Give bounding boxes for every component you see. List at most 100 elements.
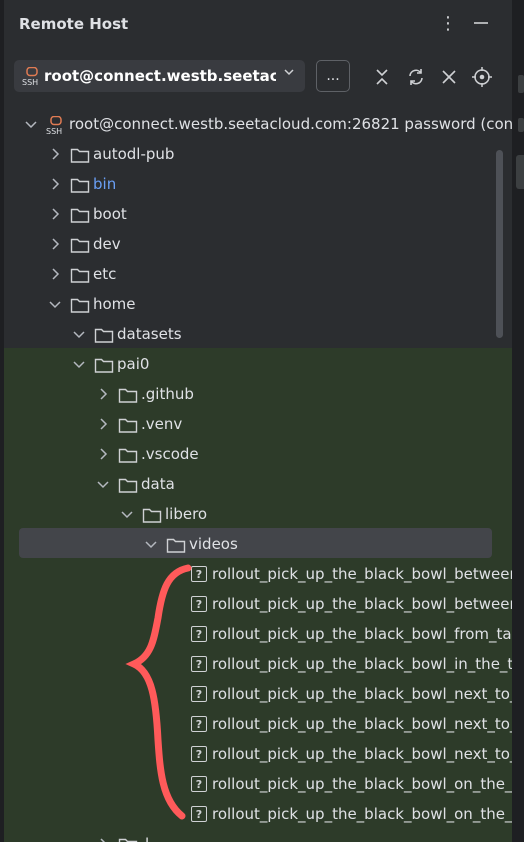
folder-icon bbox=[70, 176, 90, 194]
folder-label: bin bbox=[93, 175, 117, 193]
chevron-right-icon[interactable] bbox=[96, 447, 110, 461]
chevron-right-icon[interactable] bbox=[48, 177, 62, 191]
folder-label: libero bbox=[165, 505, 208, 523]
tree-folder[interactable]: data bbox=[4, 470, 512, 500]
strip-tab[interactable] bbox=[518, 118, 524, 132]
chevron-right-icon[interactable] bbox=[48, 237, 62, 251]
folder-icon bbox=[70, 236, 90, 254]
chevron-down-icon[interactable] bbox=[24, 117, 38, 131]
folder-icon bbox=[70, 266, 90, 284]
folder-icon bbox=[94, 356, 114, 374]
file-label: rollout_pick_up_the_black_bowl_between_ bbox=[212, 565, 512, 583]
folder-icon bbox=[118, 416, 138, 434]
chevron-right-icon[interactable] bbox=[96, 837, 110, 842]
unknown-file-icon: ? bbox=[191, 746, 207, 762]
folder-label: pai0 bbox=[117, 355, 150, 373]
tree-folder[interactable]: .github bbox=[4, 380, 512, 410]
tree-folder[interactable]: pai0 bbox=[4, 350, 512, 380]
tree-folder[interactable]: home bbox=[4, 290, 512, 320]
folder-label: autodl-pub bbox=[93, 145, 175, 163]
refresh-icon[interactable] bbox=[404, 65, 428, 89]
file-tree: SSH root@connect.westb.seetacloud.com:26… bbox=[4, 110, 512, 842]
tree-root-label: root@connect.westb.seetacloud.com:26821 … bbox=[69, 115, 512, 133]
file-item[interactable]: ? rollout_pick_up_the_black_bowl_next_to… bbox=[4, 710, 512, 740]
chevron-down-icon[interactable] bbox=[72, 357, 86, 371]
folder-label: .vscode bbox=[141, 445, 199, 463]
folder-label: boot bbox=[93, 205, 127, 223]
ssh-icon: SSH bbox=[46, 115, 66, 136]
tree-root[interactable]: SSH root@connect.westb.seetacloud.com:26… bbox=[4, 110, 512, 140]
chevron-down-icon[interactable] bbox=[72, 327, 86, 341]
unknown-file-icon: ? bbox=[191, 566, 207, 582]
file-item[interactable]: ? rollout_pick_up_the_black_bowl_on_the_ bbox=[4, 800, 512, 830]
chevron-down-icon[interactable] bbox=[120, 507, 134, 521]
folder-label: datasets bbox=[117, 325, 182, 343]
tree-folder[interactable]: autodl-pub bbox=[4, 140, 512, 170]
folder-label: etc bbox=[93, 265, 117, 283]
folder-label: .venv bbox=[141, 415, 183, 433]
locate-icon[interactable] bbox=[470, 65, 494, 89]
chevron-down-icon[interactable] bbox=[144, 537, 158, 551]
chevron-right-icon[interactable] bbox=[96, 417, 110, 431]
folder-label: videos bbox=[189, 535, 238, 553]
file-item[interactable]: ? rollout_pick_up_the_black_bowl_in_the_… bbox=[4, 650, 512, 680]
svg-text:SSH: SSH bbox=[46, 127, 62, 136]
file-item[interactable]: ? rollout_pick_up_the_black_bowl_from_ta… bbox=[4, 620, 512, 650]
folder-icon bbox=[118, 836, 138, 842]
unknown-file-icon: ? bbox=[191, 776, 207, 792]
strip-tab[interactable] bbox=[518, 75, 524, 93]
host-selector[interactable]: SSH root@connect.westb.seetacloud.com bbox=[14, 60, 305, 92]
folder-label: data bbox=[141, 475, 175, 493]
folder-icon bbox=[70, 206, 90, 224]
host-selected-label: root@connect.westb.seetacloud.com bbox=[44, 67, 276, 85]
unknown-file-icon: ? bbox=[191, 716, 207, 732]
folder-label: .github bbox=[141, 385, 194, 403]
chevron-right-icon[interactable] bbox=[96, 387, 110, 401]
chevron-right-icon[interactable] bbox=[48, 267, 62, 281]
panel-header: Remote Host ⋮ bbox=[4, 0, 512, 48]
collapse-all-icon[interactable] bbox=[370, 65, 394, 89]
tree-folder[interactable]: datasets bbox=[4, 320, 512, 350]
tree-folder[interactable]: .vscode bbox=[4, 440, 512, 470]
chevron-right-icon[interactable] bbox=[48, 147, 62, 161]
unknown-file-icon: ? bbox=[191, 686, 207, 702]
more-options-button[interactable]: ... bbox=[316, 60, 350, 92]
tree-folder[interactable]: dev bbox=[4, 230, 512, 260]
unknown-file-icon: ? bbox=[191, 626, 207, 642]
folder-icon bbox=[118, 446, 138, 464]
tree-folder[interactable]: etc bbox=[4, 260, 512, 290]
right-tool-strip bbox=[512, 0, 524, 842]
chevron-down-icon bbox=[283, 66, 295, 82]
folder-icon bbox=[70, 296, 90, 314]
file-label: rollout_pick_up_the_black_bowl_next_to_ bbox=[212, 685, 512, 703]
file-item[interactable]: ? rollout_pick_up_the_black_bowl_on_the_ bbox=[4, 770, 512, 800]
strip-tab[interactable] bbox=[516, 155, 524, 189]
folder-icon bbox=[94, 326, 114, 344]
tree-folder[interactable]: l bbox=[4, 830, 512, 842]
panel-title: Remote Host bbox=[19, 15, 129, 33]
file-item[interactable]: ? rollout_pick_up_the_black_bowl_between… bbox=[4, 590, 512, 620]
file-label: rollout_pick_up_the_black_bowl_next_to_ bbox=[212, 715, 512, 733]
unknown-file-icon: ? bbox=[191, 806, 207, 822]
file-item[interactable]: ? rollout_pick_up_the_black_bowl_next_to… bbox=[4, 740, 512, 770]
chevron-down-icon[interactable] bbox=[96, 477, 110, 491]
tree-folder[interactable]: .venv bbox=[4, 410, 512, 440]
tree-folder[interactable]: boot bbox=[4, 200, 512, 230]
toolbar: SSH root@connect.westb.seetacloud.com ..… bbox=[4, 60, 512, 94]
folder-label: home bbox=[93, 295, 136, 313]
chevron-down-icon[interactable] bbox=[48, 297, 62, 311]
tree-folder[interactable]: bin bbox=[4, 170, 512, 200]
minimize-icon[interactable] bbox=[470, 12, 492, 34]
file-item[interactable]: ? rollout_pick_up_the_black_bowl_between… bbox=[4, 560, 512, 590]
unknown-file-icon: ? bbox=[191, 596, 207, 612]
file-label: rollout_pick_up_the_black_bowl_in_the_t bbox=[212, 655, 512, 673]
chevron-right-icon[interactable] bbox=[48, 207, 62, 221]
file-label: rollout_pick_up_the_black_bowl_from_tab bbox=[212, 625, 512, 643]
tree-folder-selected[interactable]: videos bbox=[4, 530, 512, 560]
file-item[interactable]: ? rollout_pick_up_the_black_bowl_next_to… bbox=[4, 680, 512, 710]
folder-icon bbox=[118, 476, 138, 494]
tree-folder[interactable]: libero bbox=[4, 500, 512, 530]
close-icon[interactable] bbox=[437, 65, 461, 89]
svg-text:SSH: SSH bbox=[22, 78, 38, 87]
vertical-dots-icon[interactable]: ⋮ bbox=[437, 12, 459, 34]
